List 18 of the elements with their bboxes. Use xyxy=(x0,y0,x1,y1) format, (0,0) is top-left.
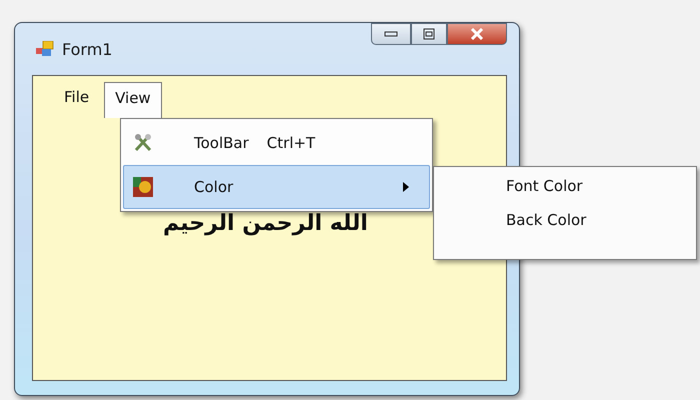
maximize-button[interactable] xyxy=(411,23,447,45)
menu-item[interactable]: Back Color xyxy=(506,207,696,233)
tools-icon xyxy=(132,132,154,154)
menu-item[interactable]: ToolBar Ctrl+T xyxy=(123,121,430,165)
close-icon xyxy=(470,28,484,40)
menu-bar-item[interactable]: File xyxy=(53,82,100,115)
menu-item[interactable]: Color xyxy=(123,165,430,209)
minimize-icon xyxy=(384,30,398,38)
picture-icon xyxy=(132,176,154,198)
app-icon xyxy=(36,41,54,57)
menu-bar-item[interactable]: View xyxy=(104,82,162,118)
minimize-button[interactable] xyxy=(371,23,411,45)
close-button[interactable] xyxy=(447,23,507,45)
menu-item[interactable]: Font Color xyxy=(506,173,696,199)
arabic-text: الله الرحمن الرحيم xyxy=(163,211,368,238)
shortcut-text: Ctrl+T xyxy=(266,134,316,152)
window-title: Form1 xyxy=(62,40,112,58)
maximize-icon xyxy=(423,28,435,40)
